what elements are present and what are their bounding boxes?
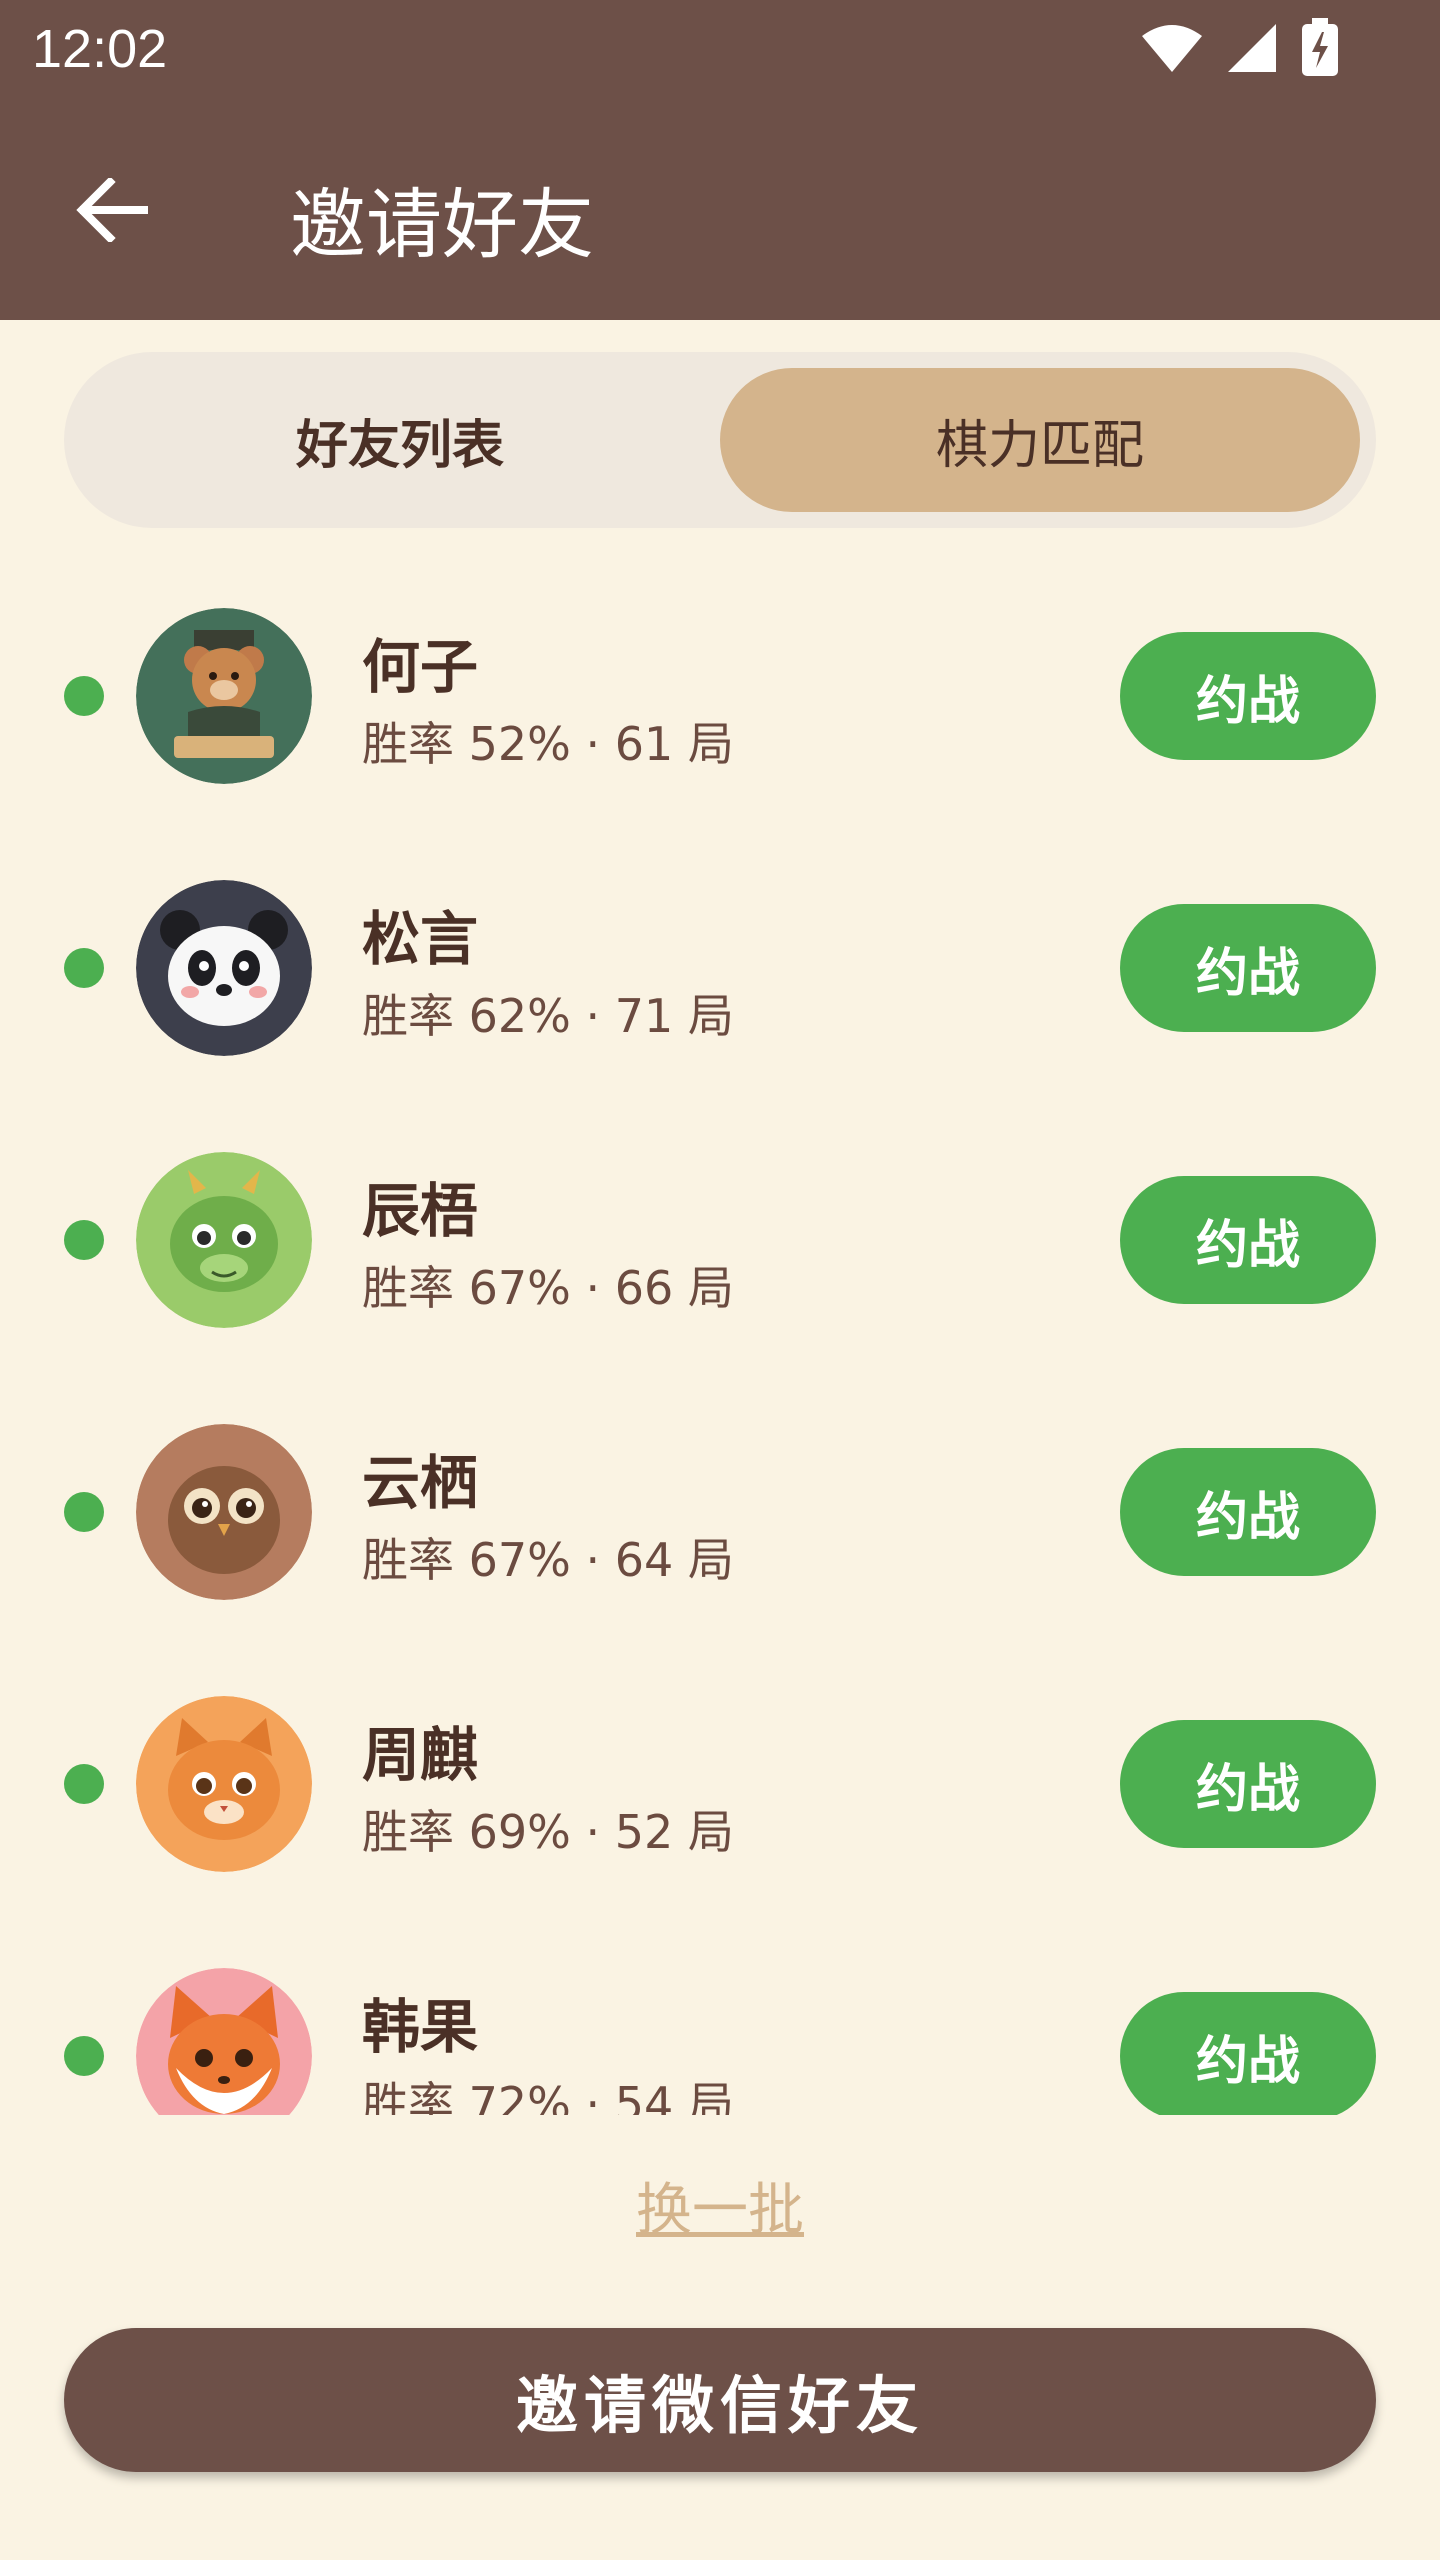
fox-icon xyxy=(136,1968,312,2115)
avatar xyxy=(136,608,312,784)
avatar xyxy=(136,880,312,1056)
app-header: 12:02 邀请好友 xyxy=(0,0,1440,320)
online-indicator xyxy=(64,676,104,716)
friend-stats: 胜率 69% · 52 局 xyxy=(362,1805,734,1859)
challenge-button[interactable]: 约战 xyxy=(1120,632,1376,760)
list-item: 韩果 胜率 72% · 54 局 约战 xyxy=(0,1920,1440,2115)
online-indicator xyxy=(64,1764,104,1804)
friend-name: 韩果 xyxy=(362,1993,479,2061)
online-indicator xyxy=(64,2036,104,2076)
friend-name: 何子 xyxy=(362,633,479,701)
battery-icon xyxy=(1302,18,1338,76)
list-item: 云栖 胜率 67% · 64 局 约战 xyxy=(0,1376,1440,1648)
avatar xyxy=(136,1424,312,1600)
cat-icon xyxy=(136,1696,312,1872)
arrow-left-icon xyxy=(76,178,148,242)
invite-wechat-button[interactable]: 邀请微信好友 xyxy=(64,2328,1376,2472)
list-item: 辰梧 胜率 67% · 66 局 约战 xyxy=(0,1104,1440,1376)
challenge-button[interactable]: 约战 xyxy=(1120,904,1376,1032)
friend-stats: 胜率 72% · 54 局 xyxy=(362,2077,734,2115)
list-item: 何子 胜率 52% · 61 局 约战 xyxy=(0,560,1440,832)
friend-name: 周麒 xyxy=(362,1721,479,1789)
avatar xyxy=(136,1968,312,2115)
list-item: 周麒 胜率 69% · 52 局 约战 xyxy=(0,1648,1440,1920)
friend-stats: 胜率 52% · 61 局 xyxy=(362,717,734,771)
panda-icon xyxy=(136,880,312,1056)
bear-scholar-icon xyxy=(136,608,312,784)
page-title: 邀请好友 xyxy=(290,180,594,269)
challenge-button[interactable]: 约战 xyxy=(1120,1992,1376,2115)
challenge-button[interactable]: 约战 xyxy=(1120,1176,1376,1304)
friend-name: 辰梧 xyxy=(362,1177,479,1245)
friend-stats: 胜率 67% · 64 局 xyxy=(362,1533,734,1587)
challenge-button[interactable]: 约战 xyxy=(1120,1448,1376,1576)
online-indicator xyxy=(64,948,104,988)
refresh-batch-link[interactable]: 换一批 xyxy=(0,2165,1440,2246)
owl-icon xyxy=(136,1424,312,1600)
friend-name: 云栖 xyxy=(362,1449,479,1517)
tab-friend-list[interactable]: 好友列表 xyxy=(80,368,720,512)
friend-name: 松言 xyxy=(362,905,479,973)
tab-skill-match[interactable]: 棋力匹配 xyxy=(720,368,1360,512)
friend-stats: 胜率 67% · 66 局 xyxy=(362,1261,734,1315)
dragon-icon xyxy=(136,1152,312,1328)
online-indicator xyxy=(64,1492,104,1532)
wifi-icon xyxy=(1142,25,1202,72)
challenge-button[interactable]: 约战 xyxy=(1120,1720,1376,1848)
status-time: 12:02 xyxy=(32,19,168,79)
online-indicator xyxy=(64,1220,104,1260)
list-item: 松言 胜率 62% · 71 局 约战 xyxy=(0,832,1440,1104)
back-button[interactable] xyxy=(62,160,162,260)
signal-icon xyxy=(1228,24,1276,72)
avatar xyxy=(136,1152,312,1328)
avatar xyxy=(136,1696,312,1872)
segmented-tabs: 好友列表 棋力匹配 xyxy=(64,352,1376,528)
friend-stats: 胜率 62% · 71 局 xyxy=(362,989,734,1043)
friend-list[interactable]: 何子 胜率 52% · 61 局 约战 松言 胜率 62% · 71 局 约战 xyxy=(0,560,1440,2115)
status-icons xyxy=(1140,18,1340,78)
